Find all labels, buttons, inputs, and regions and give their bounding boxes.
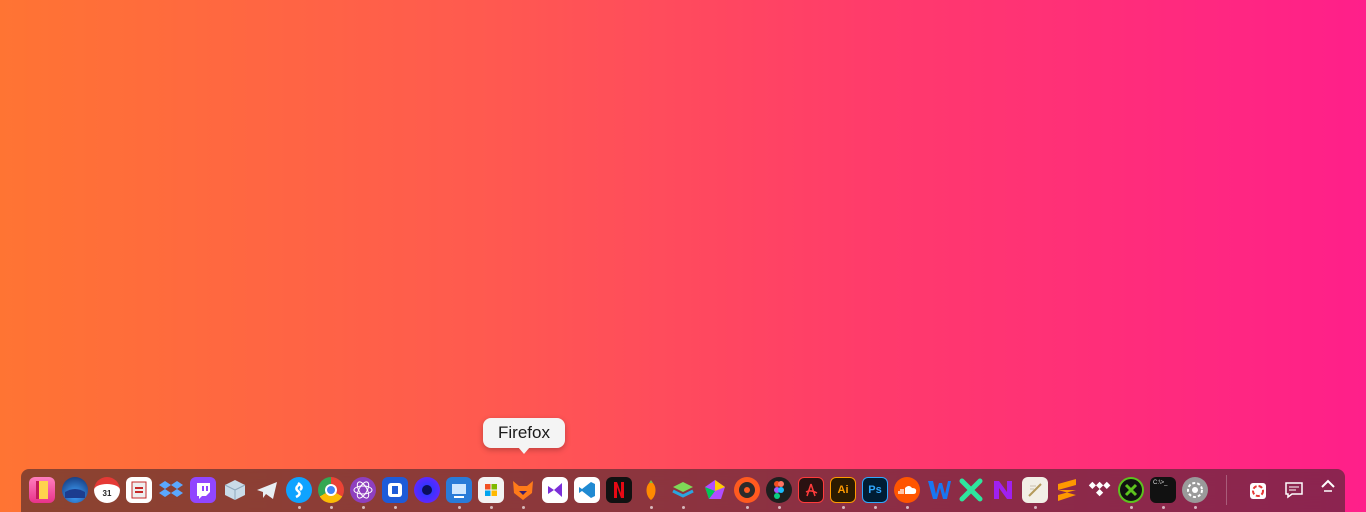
photoshop-label: Ps — [868, 484, 882, 496]
calendar-day: 31 — [102, 489, 112, 498]
recycle-bin-icon[interactable] — [1245, 477, 1271, 503]
photoshop-icon[interactable]: Ps — [862, 477, 888, 503]
dev-app-icon[interactable] — [382, 477, 408, 503]
visual-studio-icon[interactable] — [542, 477, 568, 503]
calendar-icon[interactable]: 31 — [94, 477, 120, 503]
x-app-icon[interactable] — [958, 477, 984, 503]
twitch-icon[interactable] — [190, 477, 216, 503]
terminal-prompt: C:\>_ — [1153, 480, 1168, 486]
telegram-icon[interactable] — [254, 477, 280, 503]
ebook-icon[interactable] — [29, 477, 55, 503]
colorful-shape-icon[interactable] — [702, 477, 728, 503]
notifications-icon[interactable] — [1281, 477, 1307, 503]
layers-app-icon[interactable] — [670, 477, 696, 503]
chrome-icon[interactable] — [318, 477, 344, 503]
macos-monterey-icon[interactable] — [62, 477, 88, 503]
dock: 31 Ai Ps C:\>_ — [21, 469, 1345, 512]
xbox-icon[interactable] — [1118, 477, 1144, 503]
acrobat-icon[interactable] — [798, 477, 824, 503]
illustrator-label: Ai — [837, 484, 849, 496]
microsoft-store-icon[interactable] — [478, 477, 504, 503]
pdf-reader-icon[interactable] — [126, 477, 152, 503]
vscode-icon[interactable] — [574, 477, 600, 503]
cube-app-icon[interactable] — [222, 477, 248, 503]
remote-desktop-icon[interactable] — [446, 477, 472, 503]
notes-icon[interactable] — [1022, 477, 1048, 503]
dock-separator — [1226, 475, 1227, 505]
firefox-icon[interactable] — [510, 477, 536, 503]
n-app-icon[interactable] — [990, 477, 1016, 503]
tooltip-text: Firefox — [498, 423, 550, 442]
soundcloud-icon[interactable] — [894, 477, 920, 503]
word-icon[interactable] — [926, 477, 952, 503]
firefox-nightly-icon[interactable] — [414, 477, 440, 503]
netflix-icon[interactable] — [606, 477, 632, 503]
sublime-text-icon[interactable] — [1054, 477, 1080, 503]
shazam-icon[interactable] — [286, 477, 312, 503]
tidal-icon[interactable] — [1086, 477, 1112, 503]
music-disc-icon[interactable] — [734, 477, 760, 503]
illustrator-icon[interactable]: Ai — [830, 477, 856, 503]
fl-studio-icon[interactable] — [638, 477, 664, 503]
settings-icon[interactable] — [1182, 477, 1208, 503]
atom-icon[interactable] — [350, 477, 376, 503]
chevron-up-icon[interactable] — [1315, 473, 1341, 499]
terminal-icon[interactable]: C:\>_ — [1150, 477, 1176, 503]
figma-icon[interactable] — [766, 477, 792, 503]
app-tooltip: Firefox — [483, 418, 565, 454]
dropbox-icon[interactable] — [158, 477, 184, 503]
